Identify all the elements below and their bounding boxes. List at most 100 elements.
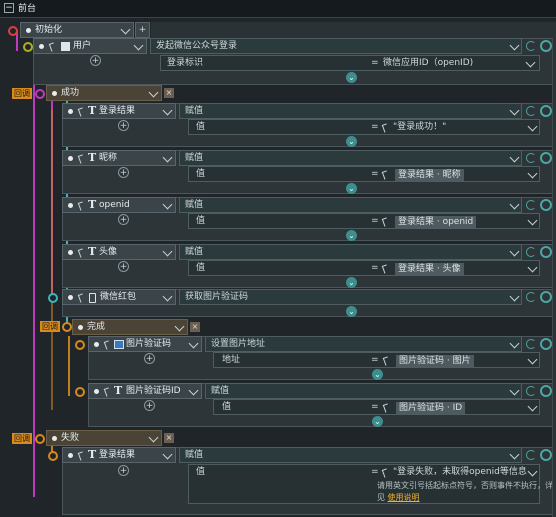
dropdown-icon[interactable] xyxy=(509,40,520,51)
cycle-icon[interactable] xyxy=(526,41,536,51)
value-input[interactable]: 登录结果 · 昵称 xyxy=(395,169,464,181)
usage-link[interactable]: 使用说明 xyxy=(388,493,420,502)
value-row[interactable]: 值 = "登录成功！" xyxy=(188,119,540,135)
action-row[interactable]: 赋值 xyxy=(179,103,522,119)
dropdown-icon[interactable] xyxy=(148,87,159,98)
cycle-icon[interactable] xyxy=(526,339,536,349)
done-node[interactable]: 完成 xyxy=(72,319,188,335)
cycle-icon[interactable] xyxy=(526,386,536,396)
gear-icon[interactable] xyxy=(540,152,552,164)
fail-node[interactable]: 失败 xyxy=(46,430,162,446)
dropdown-icon[interactable] xyxy=(509,199,520,210)
gear-icon[interactable] xyxy=(540,199,552,211)
dropdown-icon[interactable] xyxy=(188,385,199,396)
action-row[interactable]: 赋值 xyxy=(179,197,522,213)
cycle-icon[interactable] xyxy=(526,450,536,460)
close-icon[interactable]: × xyxy=(164,88,174,98)
collapse-toggle-icon[interactable]: ⌄ xyxy=(346,183,357,194)
gear-icon[interactable] xyxy=(540,291,552,303)
dropdown-icon[interactable] xyxy=(133,40,144,51)
fail-result-node[interactable]: T 登录结果 xyxy=(62,447,176,463)
gear-icon[interactable] xyxy=(540,105,552,117)
done-item-node[interactable]: T 图片验证码ID xyxy=(88,383,202,399)
user-node[interactable]: 用户 xyxy=(33,38,147,54)
dropdown-icon[interactable] xyxy=(148,432,159,443)
root-node[interactable]: 初始化 xyxy=(20,22,134,38)
dropdown-icon[interactable] xyxy=(509,338,520,349)
value-input[interactable]: 登录结果 · openid xyxy=(395,216,477,228)
action-row[interactable]: 赋值 xyxy=(179,244,522,260)
value-input[interactable]: 图片验证码 · 图片 xyxy=(396,355,474,367)
done-item-node[interactable]: 图片验证码 xyxy=(88,336,202,352)
dropdown-icon[interactable] xyxy=(162,449,173,460)
plus-icon[interactable]: + xyxy=(90,55,101,66)
gear-icon[interactable] xyxy=(540,246,552,258)
close-icon[interactable]: × xyxy=(164,433,174,443)
value-input[interactable]: 登录结果 · 头像 xyxy=(395,263,464,275)
assign-node[interactable]: T 登录结果 xyxy=(62,103,176,119)
collapse-toggle-icon[interactable]: ⌄ xyxy=(372,416,383,427)
dropdown-icon[interactable] xyxy=(509,385,520,396)
collapse-toggle-icon[interactable]: ⌄ xyxy=(346,306,357,317)
dropdown-icon[interactable] xyxy=(509,291,520,302)
collapse-toggle-icon[interactable]: ⌄ xyxy=(346,136,357,147)
value-row[interactable]: 值 = "登录失败，未取得openid等信息，请重 请用英文引号括起标点符号，否… xyxy=(188,464,553,504)
dropdown-icon[interactable] xyxy=(527,401,538,412)
value-row[interactable]: 地址 = 图片验证码 · 图片 xyxy=(213,352,540,368)
dropdown-icon[interactable] xyxy=(162,291,173,302)
dropdown-icon[interactable] xyxy=(527,466,538,477)
collapse-toggle-icon[interactable]: ⌄ xyxy=(346,72,357,83)
redpack-node[interactable]: 微信红包 xyxy=(62,289,176,305)
add-button[interactable]: + xyxy=(135,22,150,38)
collapse-toggle-icon[interactable]: ⌄ xyxy=(346,277,357,288)
assign-node[interactable]: T 头像 xyxy=(62,244,176,260)
value-input[interactable]: "登录成功！" xyxy=(393,120,446,134)
dropdown-icon[interactable] xyxy=(509,449,520,460)
dropdown-icon[interactable] xyxy=(527,262,538,273)
dropdown-icon[interactable] xyxy=(162,105,173,116)
gear-icon[interactable] xyxy=(540,385,552,397)
cycle-icon[interactable] xyxy=(526,292,536,302)
plus-icon[interactable]: + xyxy=(144,353,155,364)
param-row[interactable]: 登录标识 = 微信应用ID（openID) xyxy=(160,55,540,71)
value-input[interactable]: "登录失败，未取得openid等信息，请重 xyxy=(393,465,527,479)
action-row[interactable]: 设置图片地址 xyxy=(205,336,522,352)
value-row[interactable]: 值 = 登录结果 · 头像 xyxy=(188,260,540,276)
assign-node[interactable]: T 昵称 xyxy=(62,150,176,166)
dropdown-icon[interactable] xyxy=(525,57,536,68)
action-row[interactable]: 赋值 xyxy=(179,150,522,166)
plus-icon[interactable]: + xyxy=(118,214,129,225)
dropdown-icon[interactable] xyxy=(509,246,520,257)
dropdown-icon[interactable] xyxy=(527,168,538,179)
dropdown-icon[interactable] xyxy=(527,121,538,132)
action-row[interactable]: 发起微信公众号登录 xyxy=(150,38,522,54)
dropdown-icon[interactable] xyxy=(162,246,173,257)
dropdown-icon[interactable] xyxy=(527,215,538,226)
action-row[interactable]: 赋值 xyxy=(205,383,522,399)
collapse-toggle-icon[interactable]: ⌄ xyxy=(346,230,357,241)
cycle-icon[interactable] xyxy=(526,153,536,163)
gear-icon[interactable] xyxy=(540,40,552,52)
dropdown-icon[interactable] xyxy=(162,199,173,210)
dropdown-icon[interactable] xyxy=(120,24,131,35)
dropdown-icon[interactable] xyxy=(188,338,199,349)
dropdown-icon[interactable] xyxy=(527,354,538,365)
dropdown-icon[interactable] xyxy=(509,152,520,163)
plus-icon[interactable]: + xyxy=(118,261,129,272)
close-icon[interactable]: × xyxy=(190,322,200,332)
collapse-toggle-icon[interactable]: ⌄ xyxy=(372,369,383,380)
cycle-icon[interactable] xyxy=(526,247,536,257)
dropdown-icon[interactable] xyxy=(162,152,173,163)
value-row[interactable]: 值 = 图片验证码 · ID xyxy=(213,399,540,415)
success-node[interactable]: 成功 xyxy=(46,85,162,101)
value-row[interactable]: 值 = 登录结果 · openid xyxy=(188,213,540,229)
action-row[interactable]: 获取图片验证码 xyxy=(179,289,522,305)
dropdown-icon[interactable] xyxy=(174,321,185,332)
dropdown-icon[interactable] xyxy=(509,105,520,116)
plus-icon[interactable]: + xyxy=(118,465,129,476)
plus-icon[interactable]: + xyxy=(118,120,129,131)
plus-icon[interactable]: + xyxy=(144,400,155,411)
gear-icon[interactable] xyxy=(540,338,552,350)
cycle-icon[interactable] xyxy=(526,200,536,210)
plus-icon[interactable]: + xyxy=(118,167,129,178)
